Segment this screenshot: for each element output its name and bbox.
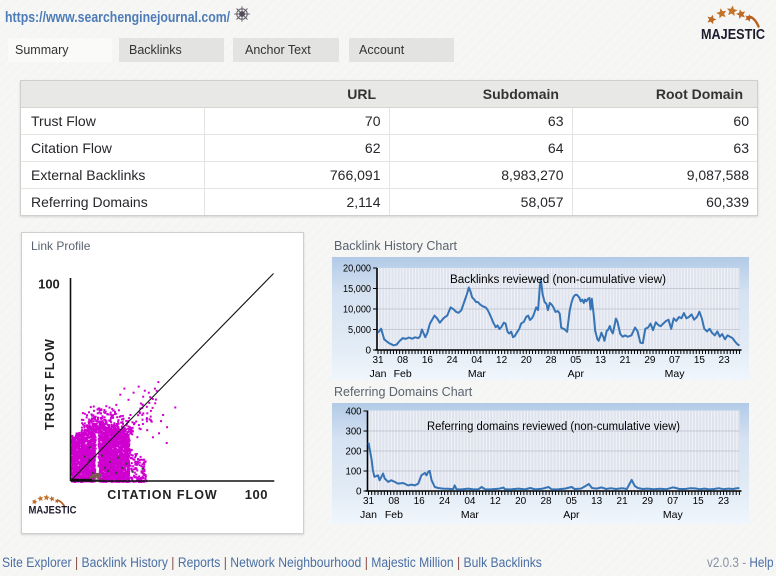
svg-text:21: 21 <box>617 496 629 507</box>
svg-text:May: May <box>663 509 684 521</box>
svg-text:08: 08 <box>388 496 400 507</box>
svg-text:5,000: 5,000 <box>348 325 371 336</box>
svg-text:16: 16 <box>422 355 434 366</box>
svg-text:100: 100 <box>346 467 362 478</box>
svg-text:20: 20 <box>515 496 527 507</box>
svg-text:100: 100 <box>245 487 268 502</box>
svg-text:28: 28 <box>540 496 552 507</box>
svg-text:31: 31 <box>363 496 375 507</box>
svg-text:15: 15 <box>694 355 706 366</box>
svg-text:0: 0 <box>365 346 371 357</box>
svg-text:23: 23 <box>719 355 731 366</box>
svg-text:04: 04 <box>464 496 476 507</box>
svg-text:300: 300 <box>346 427 362 438</box>
svg-text:16: 16 <box>414 496 426 507</box>
svg-text:05: 05 <box>566 496 578 507</box>
svg-text:13: 13 <box>591 496 603 507</box>
svg-text:200: 200 <box>346 447 362 458</box>
svg-text:08: 08 <box>397 355 409 366</box>
svg-text:Feb: Feb <box>394 368 412 380</box>
svg-text:28: 28 <box>545 355 557 366</box>
svg-text:May: May <box>665 368 686 380</box>
svg-text:0: 0 <box>356 487 362 498</box>
svg-text:Mar: Mar <box>468 368 487 380</box>
svg-text:100: 100 <box>38 277 60 292</box>
svg-text:Jan: Jan <box>370 368 387 380</box>
svg-text:07: 07 <box>669 355 681 366</box>
svg-text:Mar: Mar <box>461 509 480 521</box>
svg-text:20: 20 <box>521 355 533 366</box>
svg-text:23: 23 <box>718 496 730 507</box>
svg-text:Apr: Apr <box>563 509 580 521</box>
svg-text:Backlinks reviewed (non-cumula: Backlinks reviewed (non-cumulative view) <box>450 274 666 286</box>
svg-text:Apr: Apr <box>568 368 585 380</box>
svg-text:Feb: Feb <box>385 509 403 521</box>
svg-text:05: 05 <box>570 355 582 366</box>
svg-text:Jan: Jan <box>360 509 377 521</box>
svg-text:21: 21 <box>620 355 632 366</box>
svg-text:10,000: 10,000 <box>343 305 371 316</box>
svg-text:24: 24 <box>447 355 459 366</box>
svg-text:12: 12 <box>490 496 502 507</box>
svg-text:15,000: 15,000 <box>343 284 371 295</box>
svg-text:TRUST FLOW: TRUST FLOW <box>43 338 57 430</box>
svg-text:CITATION FLOW: CITATION FLOW <box>107 488 217 502</box>
svg-text:04: 04 <box>471 355 483 366</box>
svg-text:15: 15 <box>693 496 705 507</box>
svg-text:13: 13 <box>595 355 607 366</box>
svg-text:07: 07 <box>667 496 679 507</box>
svg-text:MAJESTIC: MAJESTIC <box>29 505 77 517</box>
svg-text:29: 29 <box>642 496 654 507</box>
svg-text:31: 31 <box>372 355 384 366</box>
svg-text:400: 400 <box>346 407 362 418</box>
svg-text:12: 12 <box>496 355 508 366</box>
svg-text:Referring domains reviewed (no: Referring domains reviewed (non-cumulati… <box>427 421 680 433</box>
svg-text:29: 29 <box>644 355 656 366</box>
svg-text:MAJESTIC: MAJESTIC <box>701 27 765 42</box>
svg-text:24: 24 <box>439 496 451 507</box>
svg-text:20,000: 20,000 <box>343 264 371 275</box>
